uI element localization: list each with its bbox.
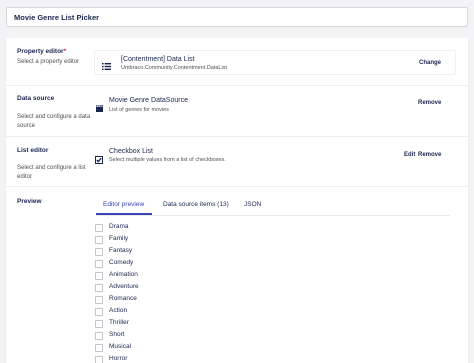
settings-panel: Property editor* Select a property edito… xyxy=(6,38,468,363)
remove-data-source-button[interactable]: Remove xyxy=(418,100,441,106)
datatype-name-input[interactable] xyxy=(6,7,468,27)
tab-divider xyxy=(96,215,450,216)
list-editor-name[interactable]: Checkbox List xyxy=(109,148,153,155)
checkbox-label: Drama xyxy=(109,223,129,230)
checkbox-label: Animation xyxy=(109,271,138,278)
preview-label: Preview xyxy=(17,198,42,205)
checkbox-label: Horror xyxy=(109,355,128,362)
checkbox[interactable] xyxy=(95,248,103,256)
tab-json[interactable]: JSON xyxy=(244,201,261,208)
clapperboard-icon xyxy=(96,99,103,117)
list-icon xyxy=(102,58,111,76)
checkbox[interactable] xyxy=(95,224,103,232)
list-editor-label: List editor xyxy=(17,147,49,154)
property-editor-row: Property editor* Select a property edito… xyxy=(6,38,468,86)
checkbox[interactable] xyxy=(95,296,103,304)
list-editor-row: List editor Select and configure a list … xyxy=(6,137,468,187)
checkbox[interactable] xyxy=(95,260,103,268)
checkbox[interactable] xyxy=(95,284,103,292)
tab-data-source-items[interactable]: Data source items (13) xyxy=(163,201,229,208)
checkbox-label: Action xyxy=(109,307,128,314)
checkbox[interactable] xyxy=(95,344,103,352)
remove-list-editor-button[interactable]: Remove xyxy=(418,152,441,158)
property-editor-name: [Contentment] Data List xyxy=(121,56,195,63)
tab-editor-preview[interactable]: Editor preview xyxy=(103,201,144,208)
data-source-row: Data source Select and configure a data … xyxy=(6,86,468,137)
checkbox-label: Romance xyxy=(109,295,137,302)
list-editor-item-description: Select multiple values from a list of ch… xyxy=(109,157,226,163)
header-bar xyxy=(0,0,474,34)
property-editor-alias: Umbraco.Community.Contentment.DataList xyxy=(121,65,227,71)
checkbox[interactable] xyxy=(95,308,103,316)
list-editor-description: Select and configure a list editor xyxy=(17,165,86,180)
checkbox[interactable] xyxy=(95,332,103,340)
property-editor-card[interactable]: [Contentment] Data List Umbraco.Communit… xyxy=(94,50,456,75)
checkbox[interactable] xyxy=(95,272,103,280)
data-source-description: Select and configure a data source xyxy=(17,114,91,129)
checkbox-label: Musical xyxy=(109,343,132,350)
checkbox-label: Thriller xyxy=(109,319,129,326)
checkbox-label: Comedy xyxy=(109,259,134,266)
property-editor-label: Property editor* xyxy=(17,48,67,55)
checkbox-label: Short xyxy=(109,331,125,338)
checkbox[interactable] xyxy=(95,236,103,244)
checkbox[interactable] xyxy=(95,320,103,328)
checkbox-label: Adventure xyxy=(109,283,139,290)
checkbox-label: Fantasy xyxy=(109,247,133,254)
checkbox-icon xyxy=(95,151,103,169)
data-source-item-description: List of genres for movies xyxy=(109,107,169,113)
page: Property editor* Select a property edito… xyxy=(0,0,474,363)
checkbox[interactable] xyxy=(95,356,103,363)
change-editor-button[interactable]: Change xyxy=(419,60,441,66)
property-editor-description: Select a property editor xyxy=(17,59,80,65)
checkbox-label: Family xyxy=(109,235,129,242)
edit-list-editor-button[interactable]: Edit xyxy=(404,152,415,158)
data-source-label: Data source xyxy=(17,95,55,102)
required-mark: * xyxy=(63,48,67,55)
data-source-name[interactable]: Movie Genre DataSource xyxy=(109,97,188,104)
